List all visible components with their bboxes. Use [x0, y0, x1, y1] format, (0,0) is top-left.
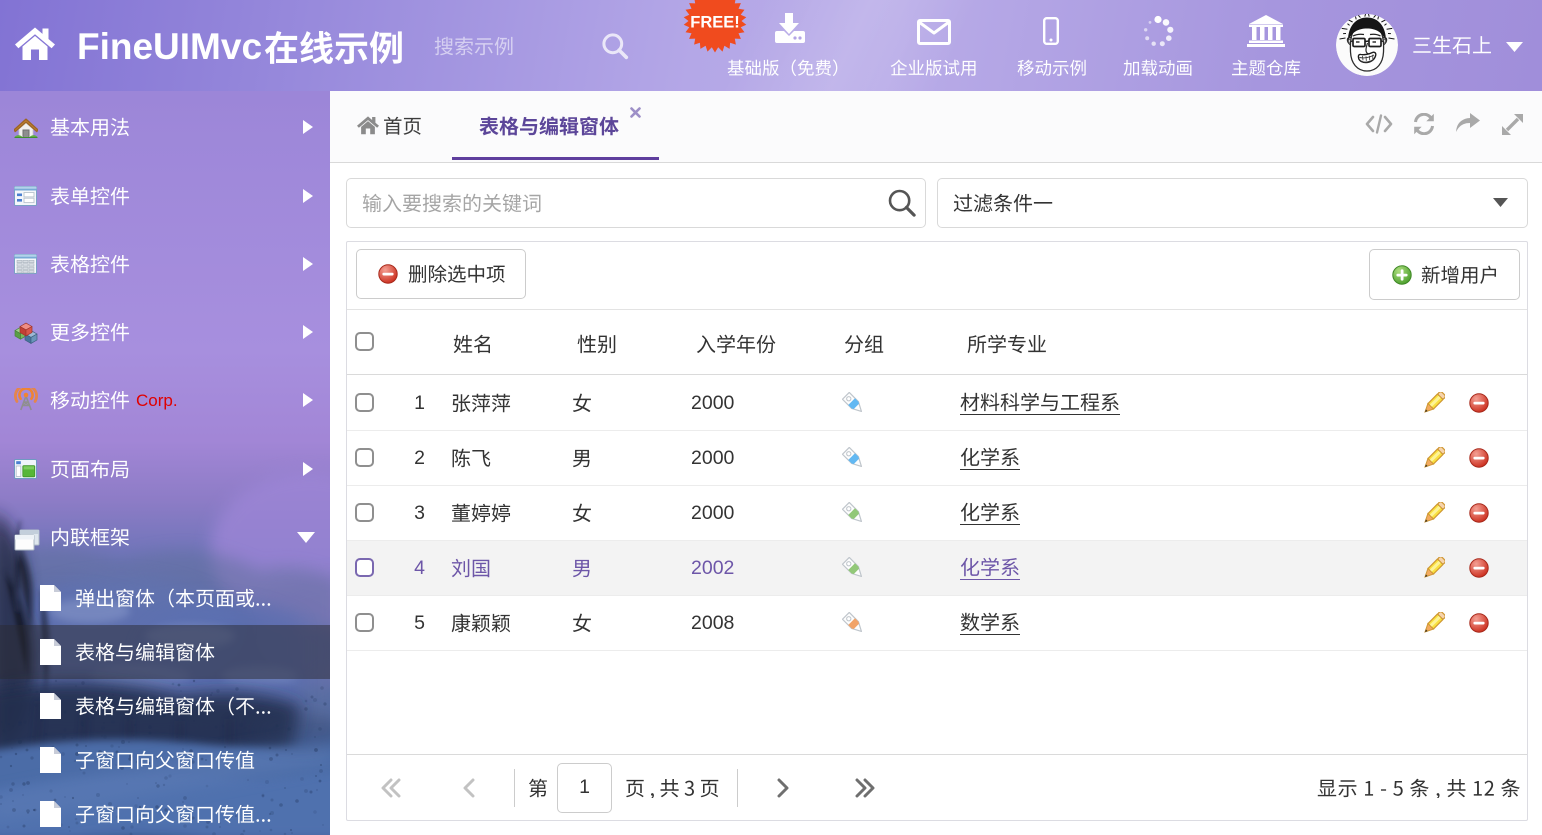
- svg-text:FREE!: FREE!: [690, 14, 740, 32]
